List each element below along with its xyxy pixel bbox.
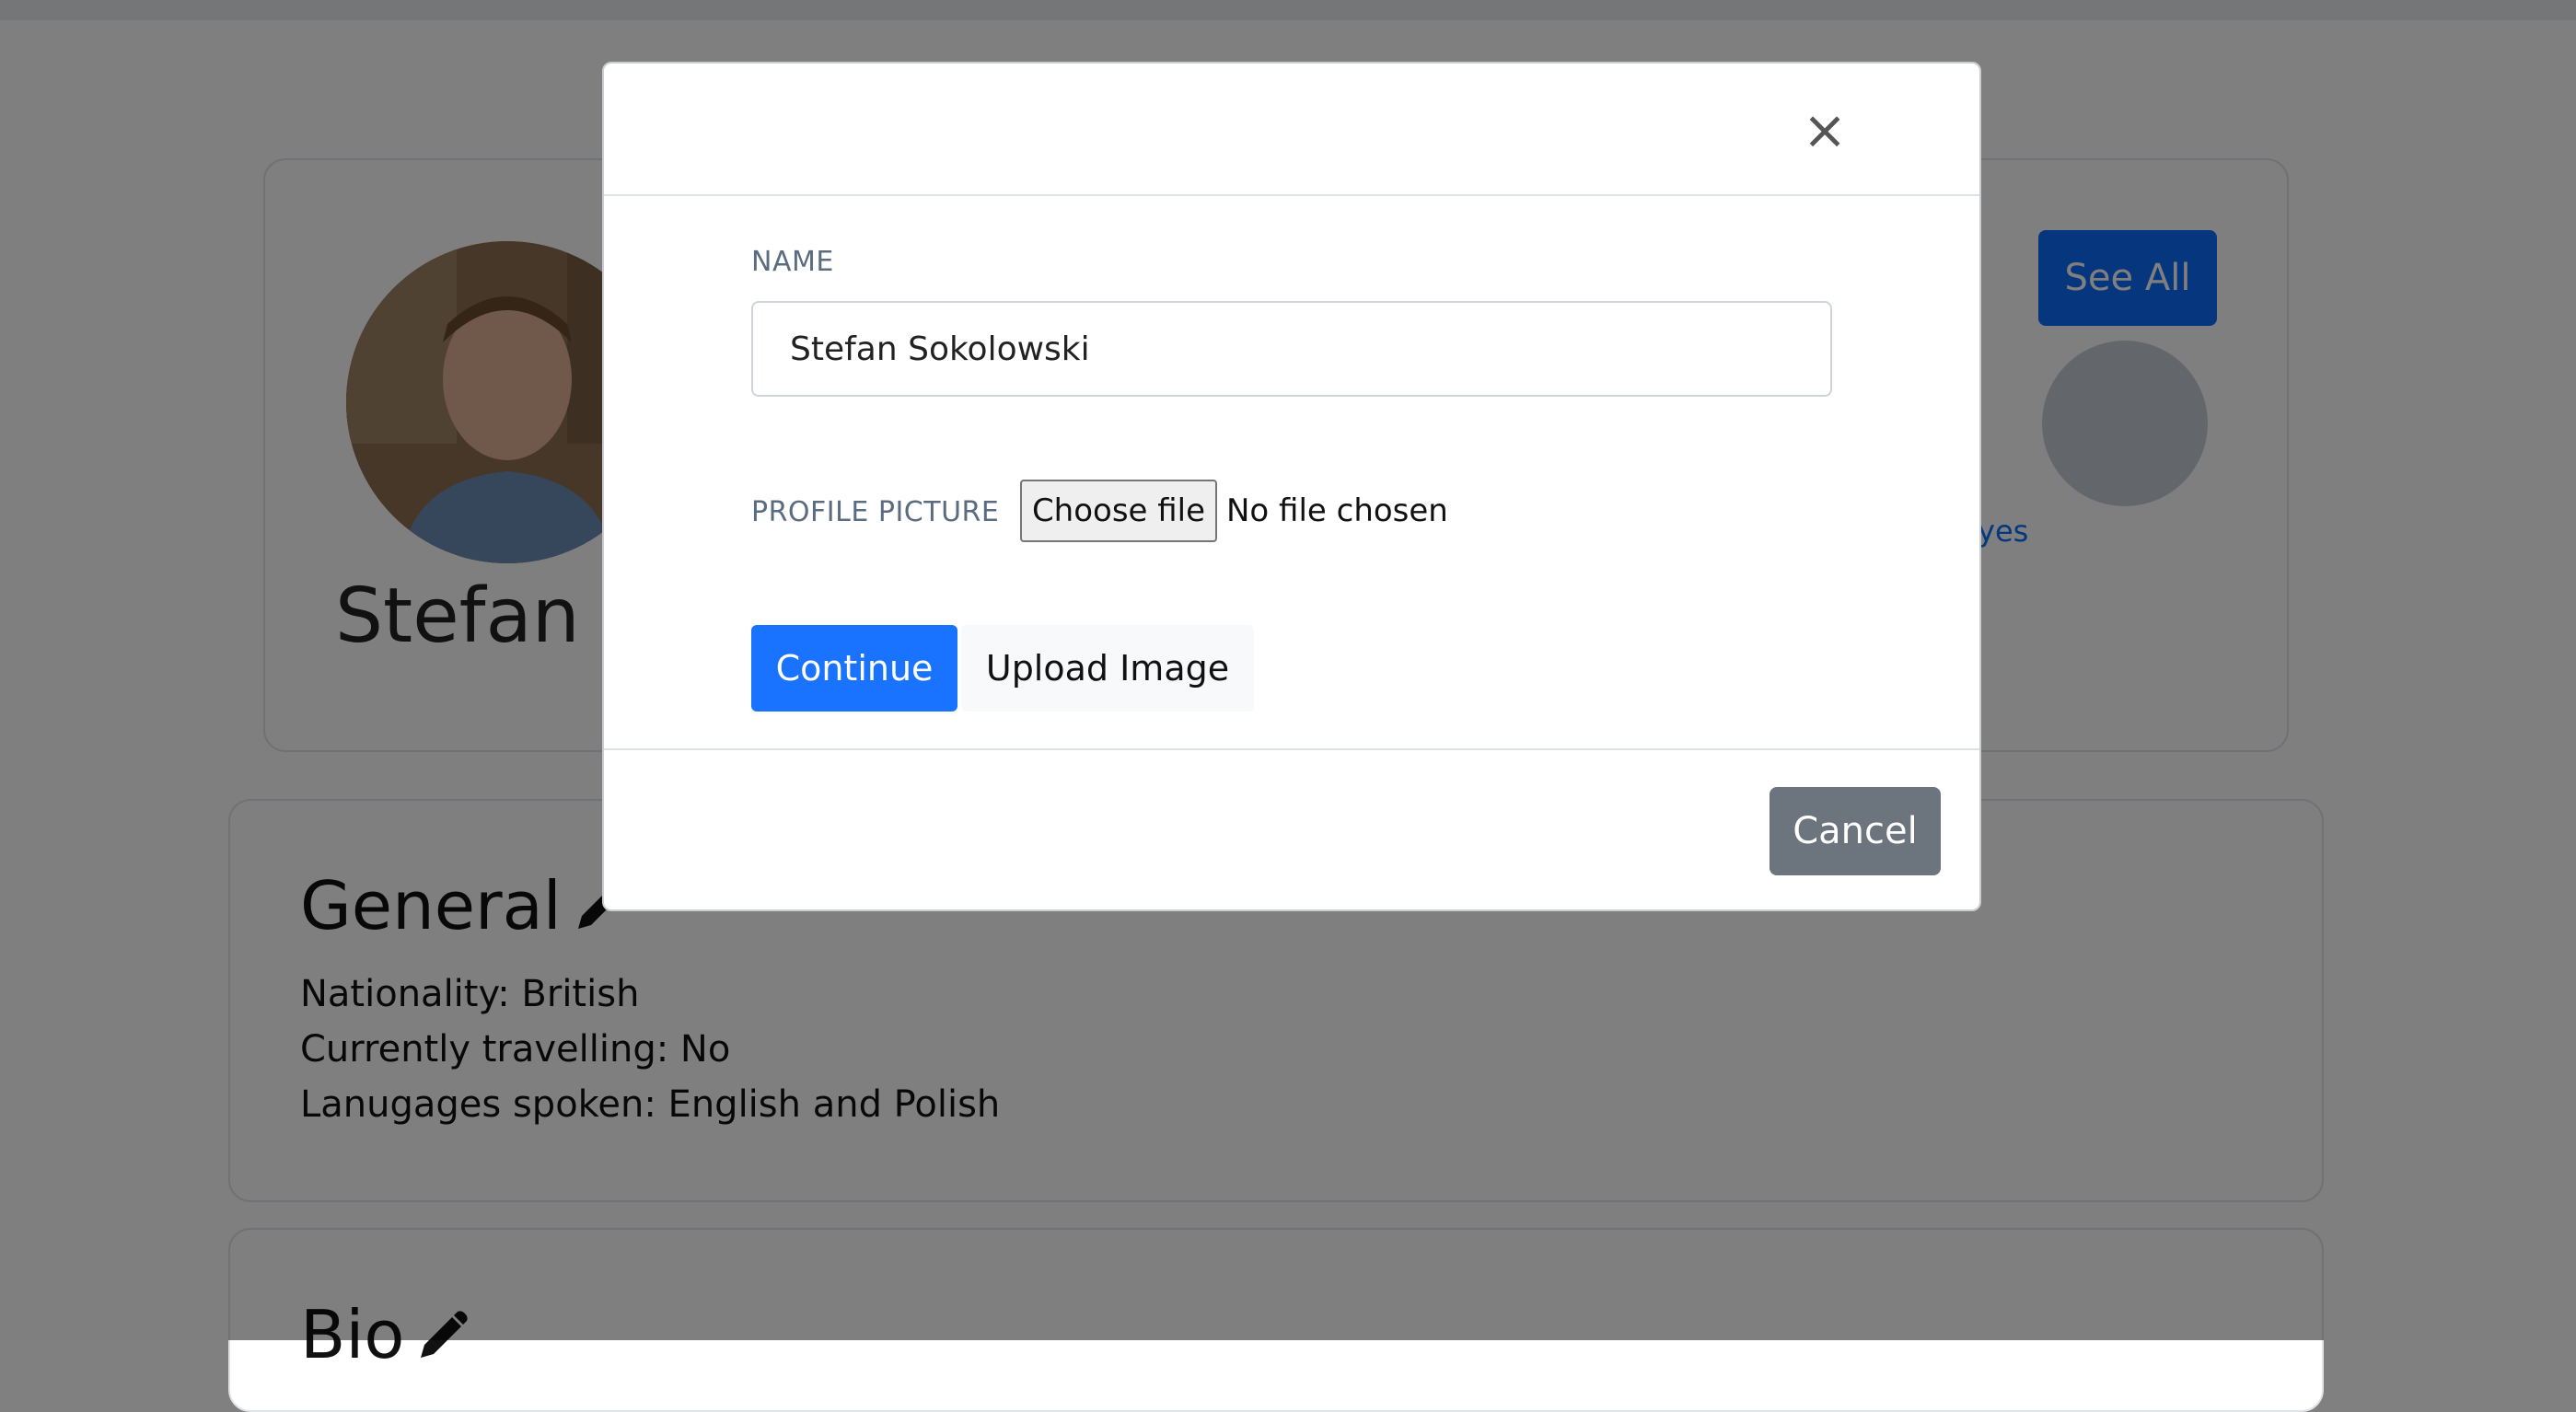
file-status-text: No file chosen [1226,492,1448,529]
close-icon[interactable]: × [1792,97,1858,163]
modal-header: × [604,64,1979,196]
continue-button[interactable]: Continue [751,625,957,712]
name-label: NAME [751,246,834,278]
name-input[interactable] [751,301,1832,397]
edit-profile-modal: × NAME PROFILE PICTURE Choose file No fi… [602,62,1981,911]
modal-footer: Cancel [604,748,1979,909]
upload-image-button[interactable]: Upload Image [961,625,1254,712]
cancel-button[interactable]: Cancel [1770,787,1941,875]
profile-picture-label: PROFILE PICTURE [751,496,1000,528]
choose-file-button[interactable]: Choose file [1020,480,1217,542]
